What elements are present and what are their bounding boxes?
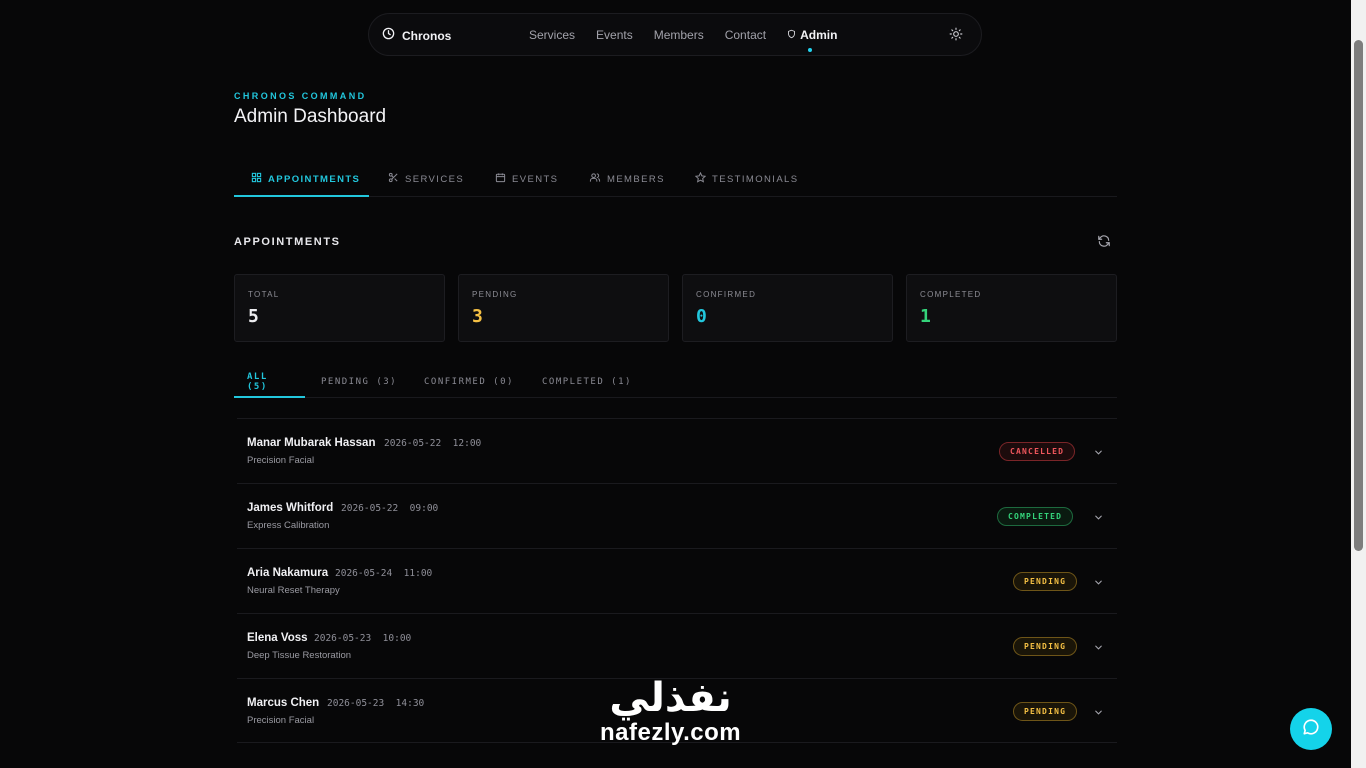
stat-card-total: TOTAL 5 <box>234 274 445 342</box>
page-eyebrow: CHRONOS COMMAND <box>234 91 367 101</box>
appointment-datetime: 2026-05-22 09:00 <box>341 503 439 514</box>
tab-label: APPOINTMENTS <box>268 173 361 185</box>
stat-value: 3 <box>472 306 483 327</box>
appointment-datetime: 2026-05-23 10:00 <box>314 633 412 644</box>
filter-confirmed[interactable]: CONFIRMED (0) <box>411 367 527 397</box>
expand-button[interactable] <box>1093 445 1104 463</box>
nav-link-events[interactable]: Events <box>596 28 633 42</box>
stat-value: 5 <box>248 306 259 327</box>
status-filter-tabs: ALL (5) PENDING (3) CONFIRMED (0) COMPLE… <box>234 367 1117 398</box>
sun-icon <box>949 27 963 45</box>
nav-link-members[interactable]: Members <box>654 28 704 42</box>
admin-tabs: APPOINTMENTS SERVICES EVENTS MEMBERS TES… <box>234 162 1117 197</box>
users-icon <box>589 172 601 186</box>
refresh-button[interactable] <box>1097 234 1111 253</box>
filter-pending[interactable]: PENDING (3) <box>308 367 410 397</box>
grid-icon <box>251 172 262 186</box>
service-name: Express Calibration <box>247 520 330 531</box>
scissors-icon <box>388 172 399 186</box>
chevron-down-icon <box>1093 640 1104 657</box>
expand-button[interactable] <box>1093 510 1104 528</box>
appointment-datetime: 2026-05-22 12:00 <box>384 438 482 449</box>
stat-label: COMPLETED <box>920 290 982 299</box>
service-name: Neural Reset Therapy <box>247 585 340 596</box>
section-title: APPOINTMENTS <box>234 236 341 248</box>
tab-members[interactable]: MEMBERS <box>589 162 665 196</box>
expand-button[interactable] <box>1093 575 1104 593</box>
stat-value: 1 <box>920 306 931 327</box>
tab-events[interactable]: EVENTS <box>495 162 558 196</box>
client-name: Elena Voss <box>247 632 308 644</box>
chevron-down-icon <box>1093 575 1104 592</box>
appointment-row[interactable]: Manar Mubarak Hassan 2026-05-22 12:00 Pr… <box>237 418 1117 483</box>
chat-button[interactable] <box>1290 708 1332 750</box>
chevron-down-icon <box>1093 510 1104 527</box>
stat-label: CONFIRMED <box>696 290 757 299</box>
nav-link-contact[interactable]: Contact <box>725 28 766 42</box>
status-badge: PENDING <box>1013 637 1078 656</box>
watermark: نفذلي nafezly.com <box>600 676 741 746</box>
watermark-arabic: نفذلي <box>609 675 732 721</box>
appointment-row[interactable]: James Whitford 2026-05-22 09:00 Express … <box>237 483 1117 548</box>
shield-icon <box>787 28 796 42</box>
stat-value: 0 <box>696 306 707 327</box>
tab-appointments[interactable]: APPOINTMENTS <box>234 162 369 197</box>
client-name: Manar Mubarak Hassan <box>247 437 376 449</box>
status-badge: COMPLETED <box>997 507 1074 526</box>
appointment-datetime: 2026-05-24 11:00 <box>335 568 433 579</box>
tab-label: TESTIMONIALS <box>712 173 799 185</box>
nav-link-services[interactable]: Services <box>529 28 575 42</box>
stat-label: PENDING <box>472 290 518 299</box>
appointment-row[interactable]: Elena Voss 2026-05-23 10:00 Deep Tissue … <box>237 613 1117 678</box>
stat-card-completed: COMPLETED 1 <box>906 274 1117 342</box>
client-name: Marcus Chen <box>247 697 320 709</box>
stat-label: TOTAL <box>248 290 280 299</box>
watermark-latin: nafezly.com <box>600 719 742 746</box>
tab-label: SERVICES <box>405 173 465 185</box>
nav-link-admin[interactable]: Admin <box>787 28 838 52</box>
brand-link[interactable]: Chronos <box>382 27 451 45</box>
appointment-row[interactable]: Aria Nakamura 2026-05-24 11:00 Neural Re… <box>237 548 1117 613</box>
stat-card-confirmed: CONFIRMED 0 <box>682 274 893 342</box>
client-name: James Whitford <box>247 502 334 514</box>
status-badge: PENDING <box>1013 572 1078 591</box>
theme-toggle-button[interactable] <box>949 27 963 46</box>
nav-link-admin-label: Admin <box>800 28 838 42</box>
tab-testimonials[interactable]: TESTIMONIALS <box>694 162 799 196</box>
refresh-icon <box>1097 235 1111 252</box>
active-indicator-dot <box>808 48 813 52</box>
appointment-datetime: 2026-05-23 14:30 <box>327 698 425 709</box>
service-name: Precision Facial <box>247 455 315 466</box>
tab-label: EVENTS <box>512 173 559 185</box>
expand-button[interactable] <box>1093 640 1104 658</box>
client-name: Aria Nakamura <box>247 567 329 579</box>
clock-icon <box>382 27 395 45</box>
tab-services[interactable]: SERVICES <box>388 162 464 196</box>
top-nav: Chronos Services Events Members Contact … <box>368 13 982 56</box>
tab-label: MEMBERS <box>607 173 665 185</box>
chat-bubble-icon <box>1302 718 1320 741</box>
filter-completed[interactable]: COMPLETED (1) <box>529 367 645 397</box>
service-name: Deep Tissue Restoration <box>247 650 352 661</box>
scrollbar-thumb[interactable] <box>1354 40 1363 551</box>
stat-card-pending: PENDING 3 <box>458 274 669 342</box>
calendar-icon <box>495 172 506 186</box>
status-badge: CANCELLED <box>999 442 1076 461</box>
status-badge: PENDING <box>1013 702 1078 721</box>
brand-name: Chronos <box>402 29 452 43</box>
service-name: Precision Facial <box>247 715 315 726</box>
filter-all[interactable]: ALL (5) <box>234 367 305 398</box>
star-icon <box>694 171 707 186</box>
chevron-down-icon <box>1093 705 1104 722</box>
page-title: Admin Dashboard <box>234 106 387 127</box>
expand-button[interactable] <box>1093 705 1104 723</box>
chevron-down-icon <box>1093 445 1104 462</box>
